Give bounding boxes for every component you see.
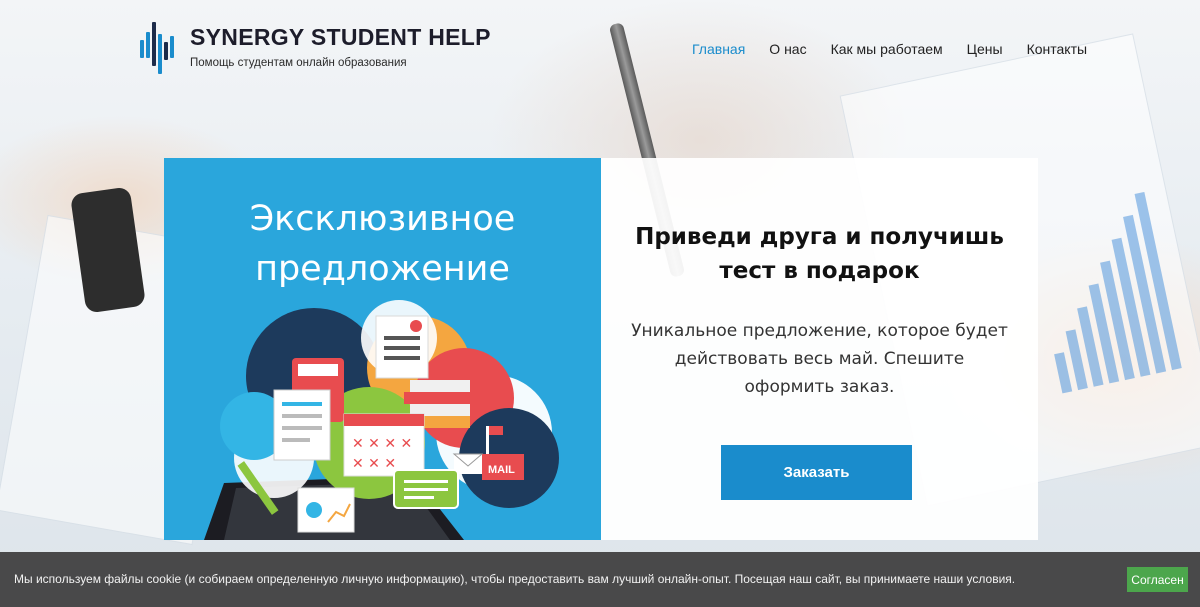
offer-heading: Приведи друга и получишь тест в подарок [635, 224, 1004, 284]
document-icon [273, 389, 331, 461]
offer-panel: Приведи друга и получишь тест в подарок … [601, 158, 1038, 540]
site-header: SYNERGY STUDENT HELP Помощь студентам он… [0, 0, 1200, 90]
nav-item-prices[interactable]: Цены [967, 41, 1003, 57]
logo-icon [140, 22, 178, 74]
nav-item-home[interactable]: Главная [692, 41, 745, 57]
certificate-icon [375, 315, 429, 379]
svg-text:✕ ✕ ✕ ✕: ✕ ✕ ✕ ✕ [352, 436, 412, 452]
svg-text:✕ ✕ ✕: ✕ ✕ ✕ [352, 456, 396, 472]
chat-bubble-icon [393, 469, 459, 509]
cookie-text: Мы используем файлы cookie (и собираем о… [14, 572, 1016, 586]
documents-illustration: ✕ ✕ ✕ ✕ ✕ ✕ ✕ MAIL [204, 300, 559, 540]
promo-panel: Эксклюзивное предложение ✕ ✕ ✕ ✕ ✕ ✕ ✕ M… [164, 158, 601, 540]
brand-subtitle: Помощь студентам онлайн образования [190, 57, 407, 69]
nav-item-contacts[interactable]: Контакты [1027, 41, 1087, 57]
calendar-icon: ✕ ✕ ✕ ✕ ✕ ✕ ✕ [343, 413, 425, 477]
nav-item-how-we-work[interactable]: Как мы работаем [831, 41, 943, 57]
logo[interactable]: SYNERGY STUDENT HELP Помощь студентам он… [140, 22, 491, 74]
cookie-accept-button[interactable]: Согласен [1127, 567, 1188, 592]
cookie-banner: Мы используем файлы cookie (и собираем о… [0, 552, 1200, 607]
svg-text:MAIL: MAIL [488, 464, 515, 476]
nav-item-about[interactable]: О нас [769, 41, 806, 57]
offer-description: Уникальное предложение, которое будет де… [631, 321, 1008, 397]
main-nav: Главная О нас Как мы работаем Цены Конта… [692, 41, 1111, 57]
order-button[interactable]: Заказать [721, 445, 912, 500]
chart-card-icon [297, 487, 355, 533]
brand-title: SYNERGY STUDENT HELP [190, 24, 491, 50]
